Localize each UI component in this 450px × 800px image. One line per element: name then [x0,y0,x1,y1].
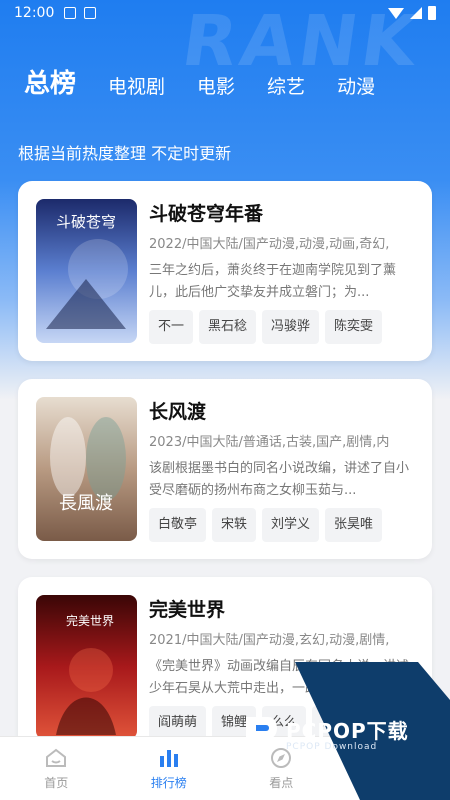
poster-title-text: 完美世界 [66,613,114,628]
item-description: 该剧根据墨书白的同名小说改编，讲述了自小受尽磨砺的扬州布商之女柳玉茹与... [149,461,410,498]
item-title: 斗破苍穹年番 [149,203,264,225]
item-description: 《完美世界》动画改编自辰东同名小说，讲述少年石昊从大荒中走出，一路崛起，修道而生… [149,659,410,696]
actor-list: 阎萌萌 锦鲤 么么 刘 [149,706,419,740]
signal-icon [410,7,422,19]
compass-icon [271,748,292,768]
gallery-notification-icon [64,7,77,19]
actor-tag[interactable]: 刘 [312,706,344,740]
item-meta: 2023/中国大陆/普通话,古装,国产,剧情,内 [149,435,390,450]
item-description: 三年之约后，萧炎终于在迦南学院见到了薰儿，此后他广交挚友并成立磐门；为... [149,263,397,300]
category-tabs: 总榜 电视剧 电影 综艺 动漫 [24,66,375,102]
nav-home[interactable]: 首页 [0,737,113,800]
tab-variety[interactable]: 综艺 [267,72,305,102]
wifi-icon [388,7,404,19]
nav-highlights[interactable]: 看点 [225,737,338,800]
nav-home-label: 首页 [44,776,69,790]
status-bar: 12:00 [0,0,450,26]
actor-list: 白敬亭 宋轶 刘学义 张昊唯 [149,508,419,542]
nav-ranking-label: 排行榜 [150,776,187,790]
item-meta: 2022/中国大陆/国产动漫,动漫,动画,奇幻, [149,237,390,252]
actor-tag[interactable]: 么么 [262,706,307,740]
ranking-card[interactable]: 完美世界 完美世界 2021/中国大陆/国产动漫,玄幻,动漫,剧情, 《完美世界… [18,577,432,757]
tab-anime[interactable]: 动漫 [337,72,375,102]
home-icon [46,748,67,767]
poster-title-text: 斗破苍穹 [56,213,116,231]
ranking-card[interactable]: 長風渡 长风渡 2023/中国大陆/普通话,古装,国产,剧情,内 该剧根据墨书白… [18,379,432,559]
nav-profile[interactable]: 我的 [338,737,450,800]
tab-overall[interactable]: 总榜 [24,66,76,102]
actor-tag[interactable]: 阎萌萌 [149,706,207,740]
battery-icon [428,6,436,20]
item-meta: 2021/中国大陆/国产动漫,玄幻,动漫,剧情, [149,633,390,648]
status-time: 12:00 [14,5,55,21]
bottom-navigation: 首页 排行榜 看点 我的 [0,736,450,800]
actor-tag[interactable]: 不一 [149,310,194,344]
poster-image: 長風渡 [36,397,137,541]
nav-profile-label: 我的 [381,776,406,790]
app-notification-icon [84,7,97,19]
actor-tag[interactable]: 张昊唯 [325,508,383,542]
user-icon [384,749,403,768]
actor-tag[interactable]: 宋轶 [212,508,257,542]
chart-icon [159,750,178,767]
actor-tag[interactable]: 锦鲤 [212,706,257,740]
actor-tag[interactable]: 白敬亭 [149,508,207,542]
actor-tag[interactable]: 冯骏骅 [262,310,320,344]
nav-highlights-label: 看点 [269,776,294,790]
ranking-subtitle: 根据当前热度整理 不定时更新 [18,144,232,163]
actor-tag[interactable]: 陈奕雯 [325,310,383,344]
actor-tag[interactable]: 黑石稔 [199,310,257,344]
poster-image: 完美世界 [36,595,137,739]
item-title: 长风渡 [149,401,207,423]
actor-list: 不一 黑石稔 冯骏骅 陈奕雯 [149,310,419,344]
poster-image: 斗破苍穹 [36,199,137,343]
item-title: 完美世界 [149,599,226,621]
actor-tag[interactable]: 刘学义 [262,508,320,542]
poster-title-text: 長風渡 [59,493,113,514]
nav-ranking[interactable]: 排行榜 [113,737,226,800]
ranking-card[interactable]: 斗破苍穹 斗破苍穹年番 2022/中国大陆/国产动漫,动漫,动画,奇幻, 三年之… [18,181,432,361]
tab-movies[interactable]: 电影 [197,72,235,102]
tab-tv-series[interactable]: 电视剧 [108,72,165,102]
